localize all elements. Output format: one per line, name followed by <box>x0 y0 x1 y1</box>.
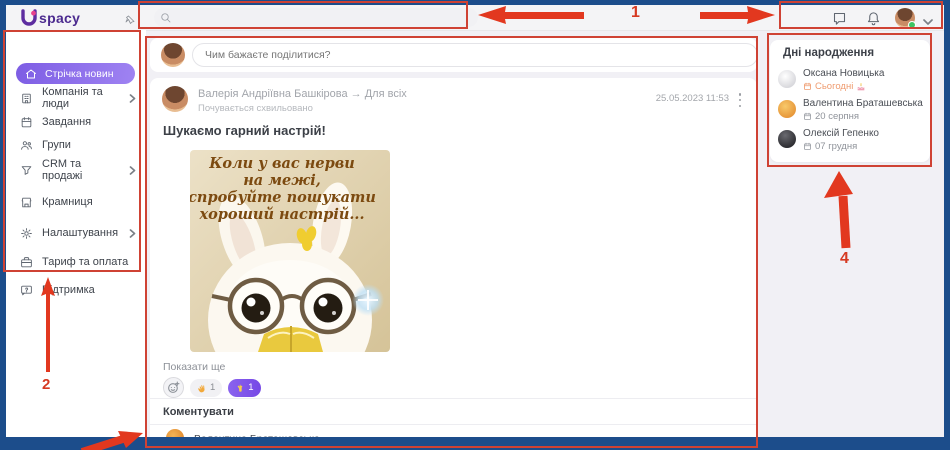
arrow-3-shaft <box>80 434 128 450</box>
online-status-dot <box>908 21 916 29</box>
birthday-avatar <box>778 100 796 118</box>
sidebar-item-settings[interactable]: Налаштування <box>20 223 136 243</box>
comment-time: 6 хв <box>717 435 733 437</box>
post-datetime: 25.05.2023 11:53 <box>655 93 729 104</box>
user-avatar[interactable] <box>895 8 916 29</box>
birthday-date: 07 грудня <box>803 141 857 152</box>
post-author-line: Валерія Андріївна Башкірова → Для всіх <box>198 88 407 100</box>
post-author-avatar <box>162 86 188 112</box>
chevron-right-icon <box>129 93 136 103</box>
chevron-right-icon <box>129 228 136 238</box>
search-icon <box>160 12 172 24</box>
logo-text: spacy <box>39 9 81 26</box>
sidebar-item-company-people[interactable]: Компанія та люди <box>20 86 136 110</box>
chevron-down-icon[interactable] <box>923 13 939 29</box>
birthday-name[interactable]: Олексій Гепенко <box>803 128 879 139</box>
calendar-icon <box>804 112 811 120</box>
birthday-avatar <box>778 130 796 148</box>
post-title: Шукаємо гарний настрій! <box>163 123 326 138</box>
sidebar: Стрічка новин Компанія та люди Завдання … <box>6 30 146 437</box>
chat-icon[interactable] <box>832 11 848 27</box>
comment-author-avatar <box>166 429 184 437</box>
reactions-row: 1 1 <box>163 377 261 398</box>
building-icon <box>20 92 33 105</box>
audience-arrow: → <box>350 88 362 100</box>
sidebar-item-tasks[interactable]: Завдання <box>20 112 136 132</box>
birthday-name[interactable]: Валентина Браташевська <box>803 98 923 109</box>
cake-icon <box>857 82 865 90</box>
topbar: spacy <box>6 5 944 31</box>
sidebar-item-shop[interactable]: Крамниця <box>20 192 136 212</box>
support-icon <box>20 284 33 297</box>
image-caption-line: хороший настрій... <box>198 206 364 223</box>
comments-header[interactable]: Коментувати <box>163 406 234 418</box>
chevron-right-icon <box>129 165 136 175</box>
birthday-date: Сьогодні <box>803 81 866 92</box>
uspacy-logo-mark <box>20 9 38 26</box>
post-image-bunny[interactable]: Коли у вас нерви на межі, спробуйте пошу… <box>190 150 390 352</box>
sidebar-item-news-feed[interactable]: Стрічка новин <box>16 63 135 84</box>
reaction-count: 1 <box>248 382 254 393</box>
funnel-icon <box>20 164 33 177</box>
post-audience: Для всіх <box>364 88 407 100</box>
post-menu-icon[interactable] <box>735 92 745 108</box>
post-author-name[interactable]: Валерія Андріївна Башкірова <box>198 88 348 100</box>
composer-input[interactable] <box>192 43 758 67</box>
sidebar-item-groups[interactable]: Групи <box>20 135 136 155</box>
search-bar[interactable] <box>154 8 478 27</box>
image-caption-line: спробуйте пошукати <box>190 189 376 206</box>
gear-icon <box>20 227 33 240</box>
post-feeling: Почувається схвильовано <box>198 103 313 114</box>
sidebar-item-crm-sales[interactable]: CRM та продажі <box>20 158 136 182</box>
image-caption-line: Коли у вас нерви <box>208 155 355 172</box>
divider <box>150 398 757 399</box>
bell-icon[interactable] <box>866 11 882 27</box>
birthday-date: 20 серпня <box>803 111 859 122</box>
reaction-clap-chip[interactable]: 1 <box>190 378 223 397</box>
sidebar-item-tariff-payment[interactable]: Тариф та оплата <box>20 252 136 272</box>
wallet-icon <box>20 256 33 269</box>
calendar-icon <box>804 82 811 90</box>
composer-avatar <box>161 43 185 67</box>
birthday-avatar <box>778 70 796 88</box>
search-input[interactable] <box>178 10 442 25</box>
show-more-link[interactable]: Показати ще <box>163 361 225 373</box>
birthdays-title: Дні народження <box>783 47 875 59</box>
comment-author-name[interactable]: Валентина Браташевська <box>194 433 320 437</box>
feed-post: Валерія Андріївна Башкірова → Для всіх П… <box>150 78 757 437</box>
reaction-count: 1 <box>210 382 216 393</box>
add-reaction-icon[interactable] <box>163 377 184 398</box>
uspacy-logo[interactable]: spacy <box>20 9 80 26</box>
image-caption-line: на межі, <box>243 172 321 189</box>
groups-icon <box>20 139 33 152</box>
calendar-icon <box>804 142 811 150</box>
calendar-tasks-icon <box>20 116 33 129</box>
birthday-name[interactable]: Оксана Новицька <box>803 68 884 79</box>
birthdays-panel: Дні народження Оксана Новицька Сьогодні … <box>770 40 930 162</box>
divider <box>150 424 757 425</box>
sidebar-item-support[interactable]: Підтримка <box>20 280 136 300</box>
post-composer <box>150 38 758 72</box>
reaction-pray-chip[interactable]: 1 <box>228 378 261 397</box>
pin-icon[interactable] <box>124 13 136 31</box>
home-icon <box>25 68 37 80</box>
shop-icon <box>20 196 33 209</box>
